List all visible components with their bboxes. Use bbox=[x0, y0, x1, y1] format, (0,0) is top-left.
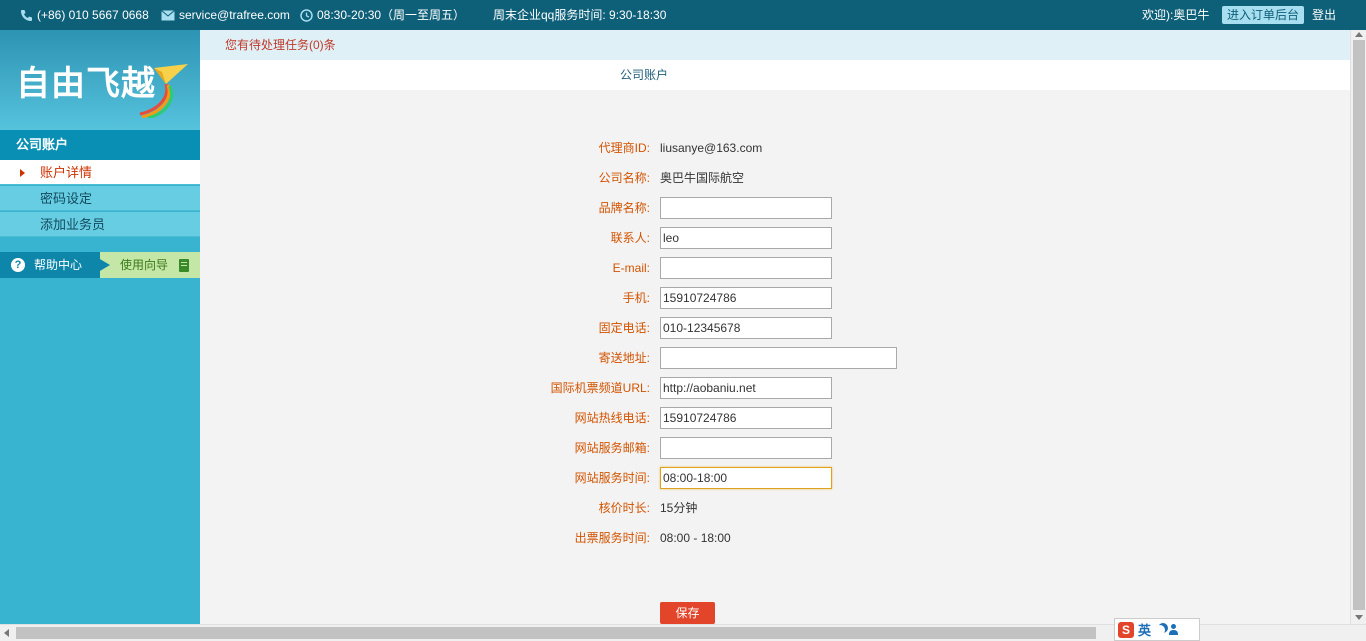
usage-guide-label: 使用向导 bbox=[120, 258, 169, 272]
service-hours-input[interactable] bbox=[660, 467, 832, 489]
sidebar-item-label: 密码设定 bbox=[40, 191, 93, 206]
hotline-row: 网站热线电话: bbox=[200, 403, 1350, 433]
pending-tasks-notice[interactable]: 您有待处理任务(0)条 bbox=[200, 30, 1350, 60]
address-input[interactable] bbox=[660, 347, 897, 369]
ticketing-time-label: 出票服务时间: bbox=[574, 531, 650, 545]
contact-input[interactable] bbox=[660, 227, 832, 249]
email-info: service@trafree.com bbox=[161, 0, 290, 30]
sidebar-item-label: 添加业务员 bbox=[40, 217, 106, 232]
mobile-label: 手机: bbox=[622, 291, 650, 305]
contact-row: 联系人: bbox=[200, 223, 1350, 253]
service-hours-row: 网站服务时间: bbox=[200, 463, 1350, 493]
company-name-value: 奥巴牛国际航空 bbox=[660, 171, 745, 185]
moon-icon[interactable] bbox=[1155, 625, 1165, 635]
hotline-input[interactable] bbox=[660, 407, 832, 429]
pending-tasks-text: 您有待处理任务(0)条 bbox=[225, 38, 336, 52]
mobile-input[interactable] bbox=[660, 287, 832, 309]
sidebar-item-password[interactable]: 密码设定 bbox=[0, 186, 200, 211]
pricing-time-value: 15分钟 bbox=[660, 501, 698, 515]
landline-label: 固定电话: bbox=[598, 321, 650, 335]
account-form: 代理商ID: liusanye@163.com 公司名称: 奥巴牛国际航空 品牌… bbox=[200, 90, 1350, 624]
phone-info: (+86) 010 5667 0668 bbox=[20, 0, 149, 30]
sidebar: 自由飞越 公司账户 账户详情 密码设定 添加业务员 ? 帮助中心 使用向导 bbox=[0, 30, 200, 624]
intl-url-label: 国际机票频道URL: bbox=[550, 381, 650, 395]
email-row: E-mail: bbox=[200, 253, 1350, 283]
pricing-time-label: 核价时长: bbox=[598, 501, 650, 515]
sidebar-item-label: 账户详情 bbox=[40, 165, 93, 180]
sogou-logo-icon: S bbox=[1118, 621, 1134, 638]
email-input[interactable] bbox=[660, 257, 832, 279]
logout-link[interactable]: 登出 bbox=[1312, 0, 1336, 30]
save-button[interactable]: 保存 bbox=[660, 602, 715, 624]
help-row: ? 帮助中心 使用向导 bbox=[0, 252, 200, 278]
brand-name-input[interactable] bbox=[660, 197, 832, 219]
book-icon bbox=[179, 259, 189, 272]
brand-name-label: 品牌名称: bbox=[598, 201, 650, 215]
company-name-label: 公司名称: bbox=[598, 171, 650, 185]
ticketing-time-row: 出票服务时间: 08:00 - 18:00 bbox=[200, 523, 1350, 553]
user-icon[interactable] bbox=[1169, 624, 1179, 635]
sidebar-section-title: 公司账户 bbox=[0, 130, 200, 160]
contact-label: 联系人: bbox=[610, 231, 650, 245]
hours-text: 08:30-20:30（周一至周五） bbox=[317, 8, 466, 22]
ime-toolbar[interactable]: S 英 bbox=[1114, 618, 1200, 641]
vertical-scrollbar[interactable] bbox=[1350, 30, 1366, 624]
phone-text: (+86) 010 5667 0668 bbox=[37, 8, 149, 22]
horizontal-scroll-thumb[interactable] bbox=[16, 627, 1096, 639]
phone-icon bbox=[21, 9, 32, 21]
scroll-left-icon[interactable] bbox=[4, 629, 9, 637]
welcome-text: 欢迎):奥巴牛 bbox=[1142, 8, 1210, 22]
agent-id-row: 代理商ID: liusanye@163.com bbox=[200, 133, 1350, 163]
brand-name-row: 品牌名称: bbox=[200, 193, 1350, 223]
service-email-input[interactable] bbox=[660, 437, 832, 459]
mail-icon bbox=[161, 9, 175, 20]
email-label: E-mail: bbox=[612, 261, 650, 275]
service-email-label: 网站服务邮箱: bbox=[574, 441, 650, 455]
agent-id-label: 代理商ID: bbox=[598, 141, 650, 155]
vertical-scroll-thumb[interactable] bbox=[1353, 40, 1365, 610]
logo-text: 自由飞越 bbox=[16, 64, 156, 104]
ticketing-time-value: 08:00 - 18:00 bbox=[660, 531, 731, 545]
clock-icon bbox=[300, 8, 313, 22]
help-center-link[interactable]: ? 帮助中心 bbox=[0, 252, 100, 278]
company-name-row: 公司名称: 奥巴牛国际航空 bbox=[200, 163, 1350, 193]
intl-url-row: 国际机票频道URL: bbox=[200, 373, 1350, 403]
help-arrow-shape bbox=[88, 252, 110, 278]
intl-url-input[interactable] bbox=[660, 377, 832, 399]
weekend-hours: 周末企业qq服务时间: 9:30-18:30 bbox=[493, 8, 667, 22]
enter-order-backend-button[interactable]: 进入订单后台 bbox=[1222, 6, 1305, 24]
sidebar-item-account-details[interactable]: 账户详情 bbox=[0, 160, 200, 185]
agent-id-value: liusanye@163.com bbox=[660, 141, 763, 155]
help-center-label: 帮助中心 bbox=[34, 258, 83, 272]
address-row: 寄送地址: bbox=[200, 343, 1350, 373]
email-text: service@trafree.com bbox=[179, 8, 290, 22]
address-label: 寄送地址: bbox=[598, 351, 650, 365]
scroll-down-icon[interactable] bbox=[1355, 615, 1363, 620]
page-title-bar: 公司账户 bbox=[200, 60, 1350, 90]
mobile-row: 手机: bbox=[200, 283, 1350, 313]
usage-guide-link[interactable]: 使用向导 bbox=[100, 252, 200, 278]
question-icon: ? bbox=[11, 258, 25, 272]
kite-icon bbox=[139, 64, 188, 118]
page-title: 公司账户 bbox=[620, 68, 669, 82]
ime-language-mode[interactable]: 英 bbox=[1138, 620, 1151, 639]
hours-info: 08:30-20:30（周一至周五） bbox=[300, 0, 465, 30]
service-email-row: 网站服务邮箱: bbox=[200, 433, 1350, 463]
arrow-right-icon bbox=[20, 169, 25, 177]
landline-row: 固定电话: bbox=[200, 313, 1350, 343]
scroll-up-icon[interactable] bbox=[1355, 32, 1363, 37]
landline-input[interactable] bbox=[660, 317, 832, 339]
top-bar: (+86) 010 5667 0668 service@trafree.com … bbox=[0, 0, 1366, 30]
sidebar-item-add-salesperson[interactable]: 添加业务员 bbox=[0, 212, 200, 237]
hotline-label: 网站热线电话: bbox=[574, 411, 650, 425]
logo[interactable]: 自由飞越 bbox=[0, 30, 200, 130]
pricing-time-row: 核价时长: 15分钟 bbox=[200, 493, 1350, 523]
service-hours-label: 网站服务时间: bbox=[574, 471, 650, 485]
